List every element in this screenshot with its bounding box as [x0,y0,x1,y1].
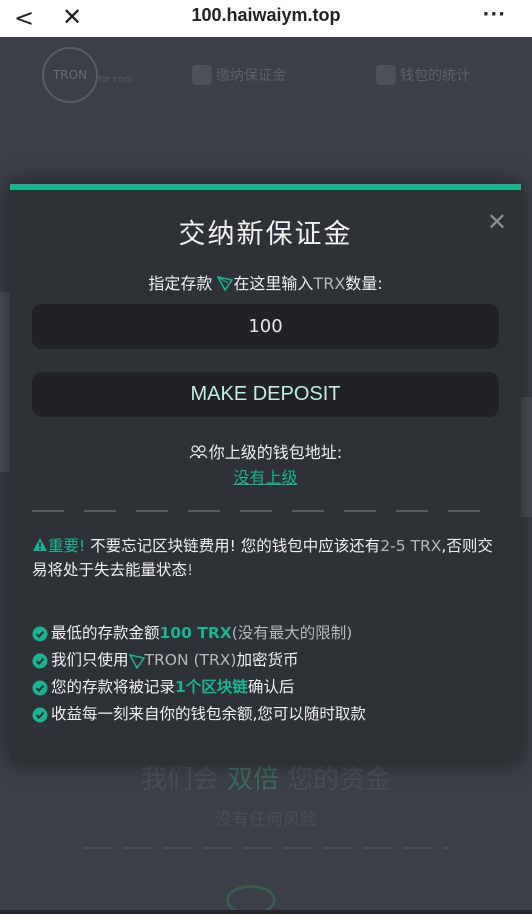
fee-warning: 重要! 不要忘记区块链费用! 您的钱包中应该还有2-5 TRX,否则交易将处于失… [32,534,502,582]
check-circle-icon [32,707,48,722]
feature-text: 最低的存款金额 [51,624,160,642]
tron-icon [217,276,234,291]
background-subline: 没有任何风险 [215,810,317,830]
feature-text: 您的存款将被记录 [51,678,176,696]
background-banner-left [0,292,10,472]
dashed-divider [32,510,499,512]
warning-important: 重要! [48,537,86,555]
amount-input[interactable] [32,304,499,349]
feature-text: 我们只使用 [51,651,129,669]
close-icon[interactable]: ✕ [487,210,507,234]
feature-text: 确认后 [247,678,295,696]
background-divider [84,847,448,849]
feature-text: (没有最大的限制) [231,624,353,642]
warning-text: ! [187,561,194,579]
feature-text: 收益每一刻来自你的钱包余额,您可以随时取款 [51,705,366,723]
list-item: 我们只使用 TRON (TRX) 加密货币 [32,647,512,674]
make-deposit-button[interactable]: MAKE DEPOSIT [32,372,499,417]
browser-toolbar: < ✕ 100.haiwaiym.top ··· [0,0,532,37]
url-display[interactable]: 100.haiwaiym.top [0,5,532,26]
no-upline-link[interactable]: 没有上级 [10,464,521,488]
warning-text: 不要忘记区块链费用! 您的钱包中应该还有 [85,537,381,555]
nav-stats-link: 钱包的统计 [376,65,470,85]
deposit-icon [192,65,212,85]
check-circle-icon [32,626,48,641]
warning-range: 2-5 TRX [380,537,442,555]
upline-label-text: 你上级的钱包地址: [208,443,343,462]
feature-highlight: 1个区块链 [175,678,248,696]
list-item: 最低的存款金额 100 TRX (没有最大的限制) [32,620,512,647]
nav-deposit-link: 缴纳保证金 [192,65,286,85]
prompt-unit: TRX [313,274,346,293]
headline-part: 您的资金 [279,765,392,795]
nav-stats-label: 钱包的统计 [400,68,470,84]
bottom-bar [0,910,532,914]
logo-subtext: for com [98,75,133,85]
check-circle-icon [32,653,48,668]
tron-icon [128,653,145,669]
warning-icon [33,538,47,551]
nav-deposit-label: 缴纳保证金 [216,68,286,84]
prompt-text: 指定存款 [148,274,218,293]
check-circle-icon [32,680,48,695]
list-item: 您的存款将被记录 1个区块链 确认后 [32,674,512,701]
deposit-modal: 交纳新保证金 ✕ 指定存款 在这里输入TRX数量: MAKE DEPOSIT 你… [10,184,521,761]
deposit-prompt: 指定存款 在这里输入TRX数量: [10,270,521,294]
background-banner-right [521,397,532,517]
prompt-text: 数量: [345,274,383,293]
feature-text: TRON (TRX) [144,651,237,669]
background-headline: 我们会 双倍 您的资金 [0,759,532,796]
prompt-text: 在这里输入 [233,274,314,293]
list-item: 收益每一刻来自你的钱包余额,您可以随时取款 [32,701,512,728]
headline-highlight: 双倍 [226,765,279,795]
feature-text: 加密货币 [236,651,299,669]
wallet-stats-icon [376,65,396,85]
headline-part: 我们会 [140,765,227,795]
feature-highlight: 100 TRX [159,624,232,642]
more-menu-icon[interactable]: ··· [482,4,506,25]
users-icon [189,445,208,459]
tron-logo: TRON [42,47,98,103]
modal-title: 交纳新保证金 [178,219,353,250]
upline-label: 你上级的钱包地址: [10,439,521,463]
feature-list: 最低的存款金额 100 TRX (没有最大的限制) 我们只使用 TRON (TRX… [32,620,512,728]
